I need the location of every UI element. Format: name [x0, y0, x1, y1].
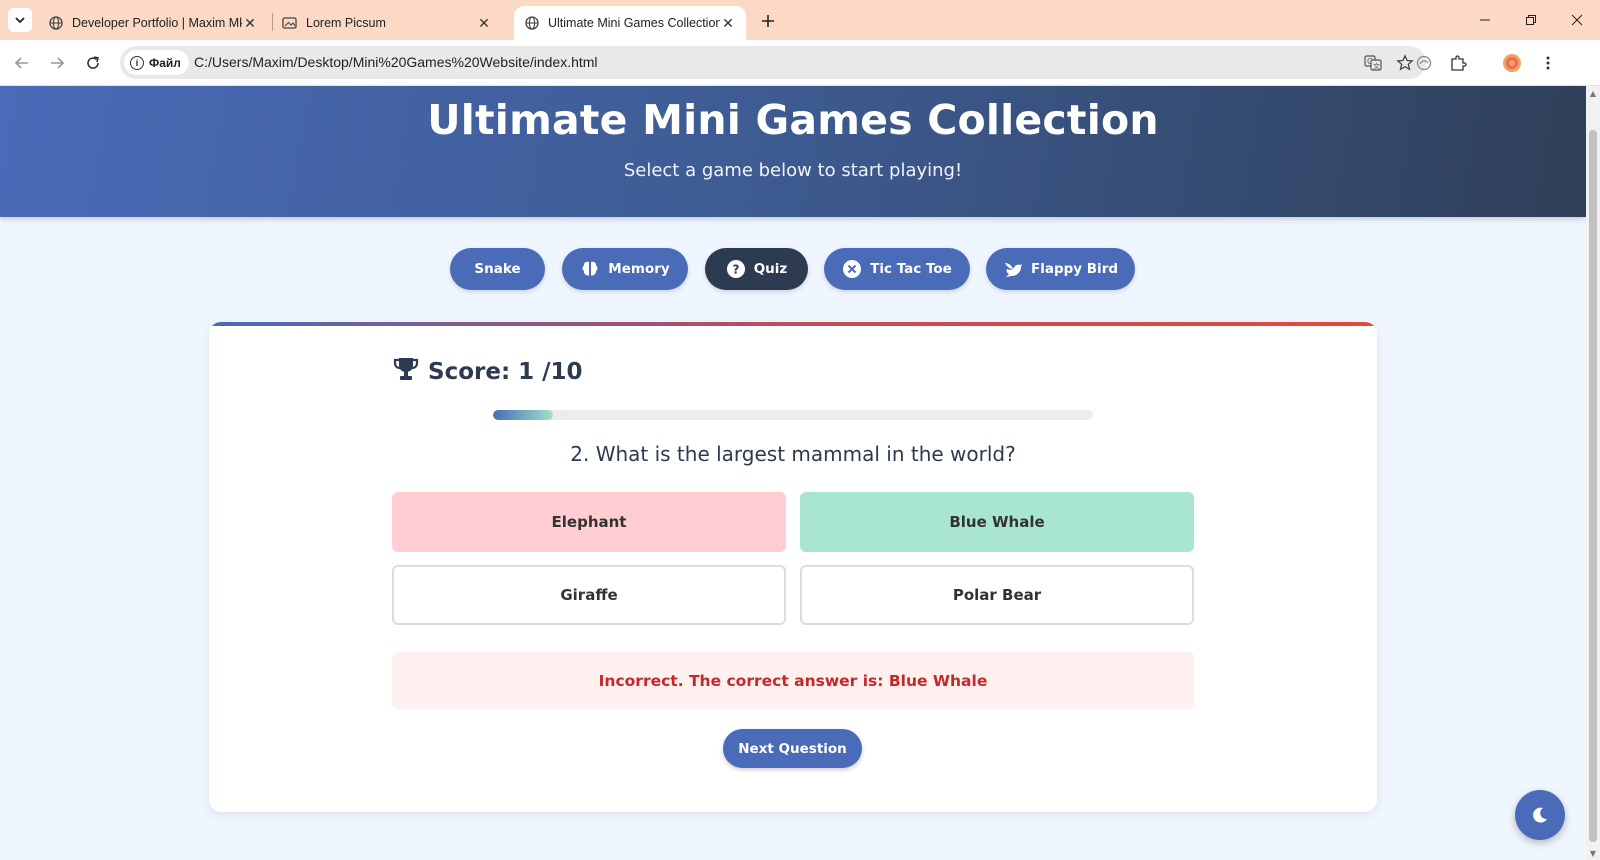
game-label: Quiz	[753, 261, 788, 277]
forward-button[interactable]	[43, 49, 71, 77]
plus-icon	[762, 15, 774, 27]
arrow-left-icon	[14, 57, 28, 69]
close-icon[interactable]: ✕	[476, 15, 492, 31]
minimize-button[interactable]	[1462, 6, 1508, 34]
minimize-icon	[1480, 19, 1490, 21]
globe-icon	[524, 15, 540, 31]
answer-label: Blue Whale	[949, 513, 1045, 531]
tab-title: Lorem Picsum	[306, 16, 386, 30]
puzzle-extensions-icon[interactable]	[1446, 51, 1470, 75]
x-circle-icon	[842, 259, 862, 279]
info-icon: i	[130, 55, 144, 70]
scroll-up-arrow-icon[interactable]: ▲	[1586, 86, 1600, 100]
answer-label: Giraffe	[560, 586, 618, 604]
quiz-card: Score: 1 /10 2. What is the largest mamm…	[209, 322, 1377, 812]
game-label: Snake	[474, 261, 521, 277]
memory-game-button[interactable]: Memory	[562, 248, 688, 290]
globe-icon	[48, 15, 64, 31]
back-button[interactable]	[8, 49, 36, 77]
browser-tab-portfolio[interactable]: Developer Portfolio | Maxim Mk ✕	[38, 6, 268, 40]
tab-search-button[interactable]	[8, 8, 32, 32]
restore-icon	[1526, 15, 1536, 25]
game-label: Memory	[608, 261, 670, 277]
page-title: Ultimate Mini Games Collection	[427, 96, 1159, 144]
score-display: Score: 1 /10	[392, 356, 583, 388]
quiz-progress-fill	[493, 410, 553, 420]
game-label: Flappy Bird	[1030, 261, 1119, 277]
kebab-menu-icon[interactable]	[1536, 51, 1560, 75]
restore-button[interactable]	[1508, 6, 1554, 34]
tab-title: Ultimate Mini Games Collection	[548, 16, 720, 30]
svg-text:文: 文	[1373, 62, 1380, 71]
snake-game-button[interactable]: Snake	[450, 248, 545, 290]
profile-avatar-icon[interactable]	[1500, 51, 1524, 75]
answer-option-giraffe[interactable]: Giraffe	[392, 565, 786, 625]
new-tab-button[interactable]	[756, 9, 780, 33]
close-icon	[1571, 14, 1583, 26]
flappy-bird-game-button[interactable]: Flappy Bird	[986, 248, 1135, 290]
reload-icon	[87, 56, 99, 69]
page-scrollbar[interactable]: ▲ ▼	[1586, 86, 1600, 860]
close-icon[interactable]: ✕	[242, 15, 258, 31]
answer-label: Elephant	[551, 513, 627, 531]
card-accent-stripe	[209, 322, 1377, 326]
close-window-button[interactable]	[1554, 6, 1600, 34]
quiz-game-button[interactable]: ? Quiz	[705, 248, 808, 290]
reload-button[interactable]	[79, 49, 107, 77]
question-text: 2. What is the largest mammal in the wor…	[570, 442, 1016, 466]
score-text: Score: 1 /10	[428, 359, 583, 385]
extension-icon[interactable]	[1412, 51, 1436, 75]
quiz-progress-bar	[493, 410, 1093, 420]
dark-mode-toggle[interactable]	[1515, 790, 1565, 840]
answer-option-elephant[interactable]: Elephant	[392, 492, 786, 552]
hero-header: Ultimate Mini Games Collection Select a …	[0, 86, 1586, 217]
brain-icon	[580, 259, 600, 279]
next-question-button[interactable]: Next Question	[723, 729, 862, 768]
arrow-right-icon	[51, 57, 65, 69]
image-icon	[282, 15, 298, 31]
translate-icon[interactable]: G文	[1362, 52, 1384, 74]
address-bar[interactable]: i Файл C:/Users/Maxim/Desktop/Mini%20Gam…	[120, 46, 1426, 79]
answer-label: Polar Bear	[952, 586, 1042, 604]
browser-tab-strip: Developer Portfolio | Maxim Mk ✕ Lorem P…	[0, 0, 1600, 40]
tic-tac-toe-game-button[interactable]: Tic Tac Toe	[824, 248, 970, 290]
browser-toolbar: i Файл C:/Users/Maxim/Desktop/Mini%20Gam…	[0, 40, 1600, 86]
answer-option-blue-whale[interactable]: Blue Whale	[800, 492, 1194, 552]
feedback-text: Incorrect. The correct answer is: Blue W…	[598, 671, 988, 690]
browser-tab-mini-games[interactable]: Ultimate Mini Games Collection ✕	[514, 6, 746, 40]
tab-title: Developer Portfolio | Maxim Mk	[72, 16, 242, 30]
site-info-chip[interactable]: i Файл	[124, 50, 189, 75]
scrollbar-thumb[interactable]	[1589, 130, 1597, 842]
question-circle-icon: ?	[726, 259, 746, 279]
chevron-down-icon	[15, 17, 25, 24]
close-icon[interactable]: ✕	[720, 15, 736, 31]
next-question-label: Next Question	[738, 740, 847, 757]
scroll-down-arrow-icon[interactable]: ▼	[1586, 846, 1600, 860]
game-selector: Snake Memory ? Quiz Tic Tac Toe Flappy B…	[0, 248, 1586, 290]
url-text[interactable]: C:/Users/Maxim/Desktop/Mini%20Games%20We…	[194, 54, 598, 70]
game-label: Tic Tac Toe	[870, 261, 952, 277]
svg-text:?: ?	[732, 263, 739, 277]
answer-feedback: Incorrect. The correct answer is: Blue W…	[392, 652, 1194, 709]
dove-icon	[1003, 259, 1023, 279]
browser-tab-lorem-picsum[interactable]: Lorem Picsum ✕	[272, 6, 502, 40]
trophy-icon	[392, 356, 420, 388]
site-chip-label: Файл	[149, 55, 181, 70]
answer-option-polar-bear[interactable]: Polar Bear	[800, 565, 1194, 625]
moon-icon	[1533, 807, 1547, 823]
page-subtitle: Select a game below to start playing!	[623, 160, 963, 181]
page-viewport: Ultimate Mini Games Collection Select a …	[0, 86, 1586, 860]
